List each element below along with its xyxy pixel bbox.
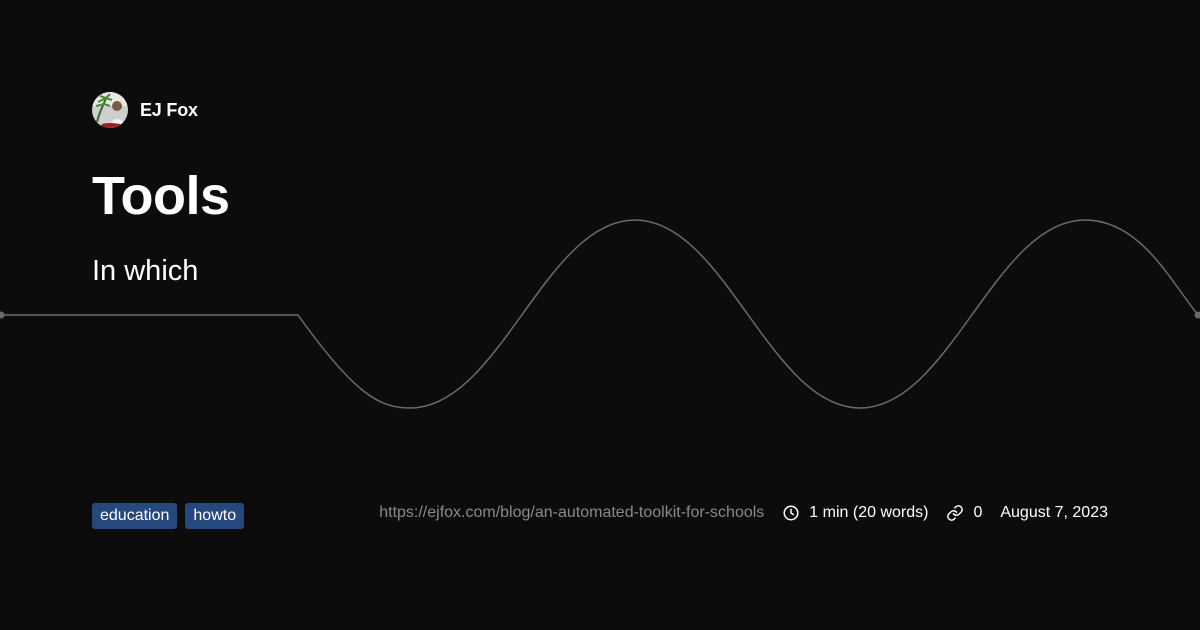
social-card: EJ Fox Tools In which education howto ht…	[0, 0, 1200, 630]
author-name: EJ Fox	[140, 99, 198, 120]
post-meta: https://ejfox.com/blog/an-automated-tool…	[379, 501, 1108, 525]
post-date: August 7, 2023	[1000, 504, 1108, 521]
post-url[interactable]: https://ejfox.com/blog/an-automated-tool…	[379, 504, 764, 522]
tag-list: education howto	[92, 503, 245, 529]
read-time: 1 min (20 words)	[809, 504, 929, 521]
post-subtitle: In which	[92, 255, 199, 287]
post-title: Tools	[92, 166, 230, 226]
wave-start-dot	[0, 311, 5, 319]
avatar	[92, 92, 128, 128]
author-byline: EJ Fox	[92, 92, 198, 128]
tag-education[interactable]: education	[92, 503, 178, 529]
link-count: 0	[973, 504, 983, 521]
tag-howto[interactable]: howto	[185, 503, 245, 529]
link-icon	[947, 505, 964, 521]
clock-icon	[783, 505, 799, 521]
